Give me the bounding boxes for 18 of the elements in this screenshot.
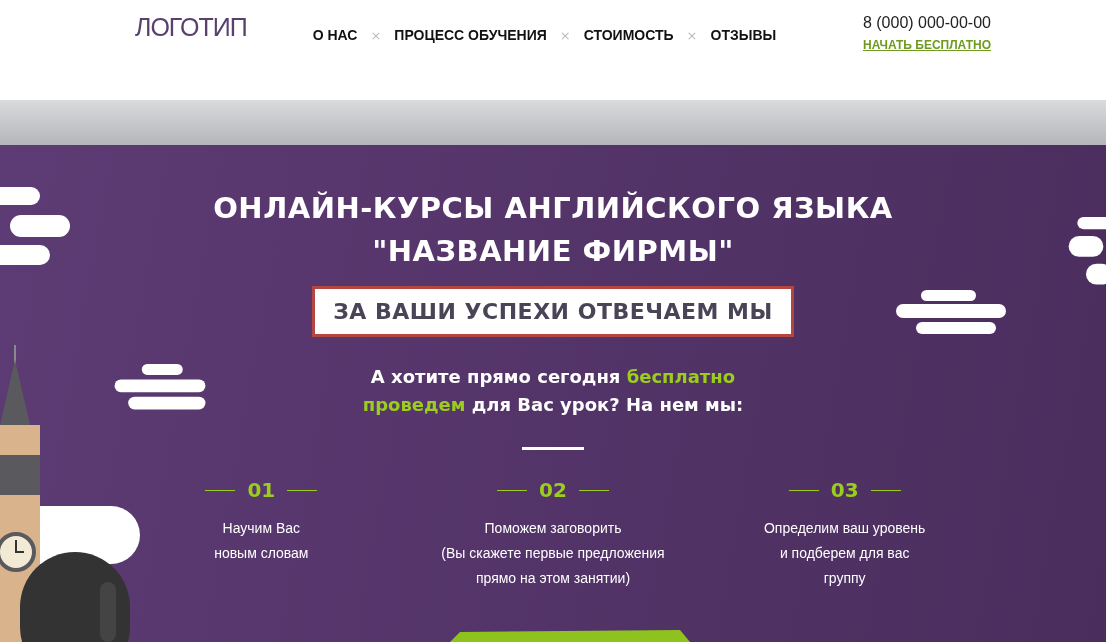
nav-separator: × — [370, 27, 382, 43]
step-description: Определим ваш уровень и подберем для вас группу — [763, 519, 926, 588]
phone-number: 8 (000) 000-00-00 — [862, 14, 991, 32]
hero-question: А хотите прямо сегодня бесплатно проведем для Вас урок? На нем мы: — [362, 365, 744, 417]
step-number: 02 — [539, 478, 567, 502]
nav-link[interactable]: ОТЗЫВЫ — [710, 27, 777, 43]
nav-link[interactable]: СТОИМОСТЬ — [583, 27, 674, 43]
step-description: Поможем заговорить (Вы скажете первые предложения прямо на этом занятии) — [441, 519, 665, 588]
nav-separator: × — [686, 27, 698, 43]
hero-title: ОНЛАЙН-КУРСЫ АНГЛИЙСКОГО ЯЗЫКА "НАЗВАНИЕ ФИРМЫ" — [213, 190, 893, 270]
step-number: 03 — [830, 478, 859, 502]
step-description: Научим Вас новым словам — [214, 519, 309, 563]
slogan-banner: ЗА ВАШИ УСПЕХИ ОТВЕЧАЕМ МЫ — [312, 286, 794, 337]
nav-separator: × — [559, 27, 571, 43]
nav-link[interactable]: О НАС — [312, 27, 358, 43]
logo[interactable]: ЛОГОТИП — [135, 13, 247, 42]
nav-link[interactable]: ПРОЦЕСС ОБУЧЕНИЯ — [394, 27, 547, 43]
step-number: 01 — [247, 478, 276, 502]
